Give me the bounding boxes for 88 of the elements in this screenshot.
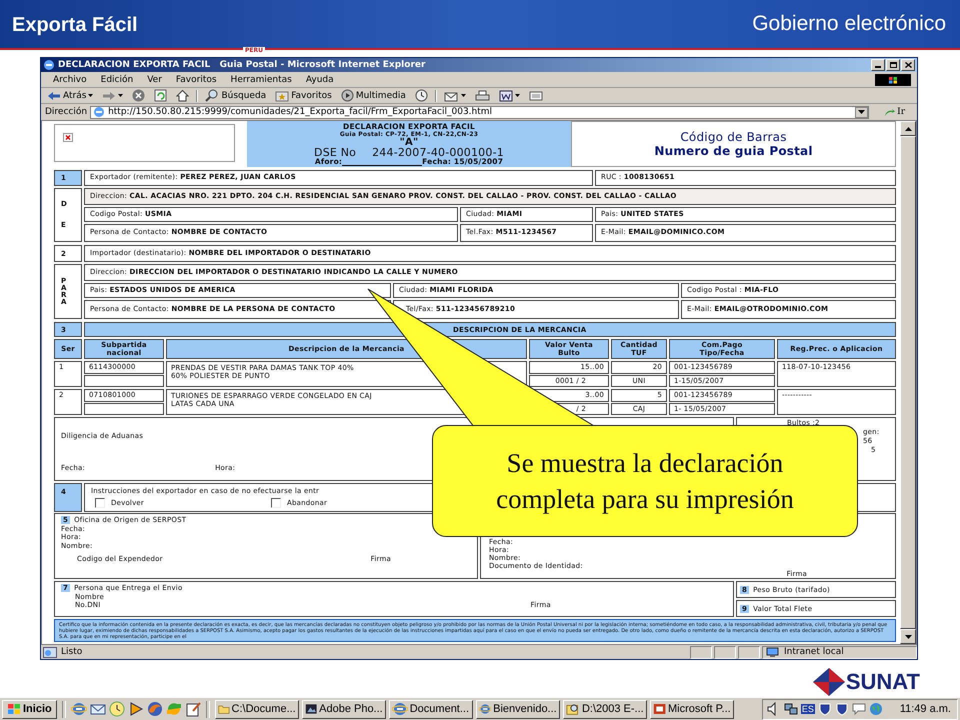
menu-item[interactable]: Edición [100, 74, 134, 84]
home-button[interactable] [174, 89, 192, 102]
forward-button[interactable] [100, 90, 126, 100]
menu-item[interactable]: Favoritos [176, 74, 217, 84]
zone-text: Intranet local [784, 647, 844, 657]
search-icon [566, 702, 580, 716]
category-letter: "A" [400, 138, 418, 147]
favorites-button[interactable]: Favoritos [273, 90, 334, 102]
forward-arrow-icon [102, 90, 116, 100]
shield-icon[interactable] [818, 702, 832, 716]
callout-text: Se muestra la declaración completa para su impresión [432, 425, 858, 537]
arrow-icon [884, 108, 896, 116]
discussion-icon [528, 90, 543, 102]
browser-e-icon [392, 701, 408, 717]
notepad-icon [184, 701, 201, 717]
logo-mark-icon [812, 667, 846, 697]
scroll-up-icon [904, 126, 912, 130]
dse-number: 244-2007-40-000100-1 [372, 147, 504, 158]
taskbar-button[interactable]: Adobe Pho... [302, 700, 386, 718]
computer-icon [766, 646, 780, 658]
refresh-icon [154, 89, 168, 102]
language-indicator[interactable]: ES [800, 704, 815, 714]
minimize-button[interactable] [871, 59, 885, 71]
history-button[interactable] [412, 89, 430, 102]
clock-icon [108, 701, 125, 717]
shield-icon[interactable] [834, 702, 849, 716]
stop-icon [132, 89, 146, 102]
taskbar-button[interactable]: Microsoft P... [650, 700, 734, 718]
logo-text: SUNAT [846, 669, 920, 695]
broken-image-icon [63, 133, 73, 142]
stop-button[interactable] [130, 89, 148, 102]
browser-e-icon [43, 59, 55, 71]
taskbar-button[interactable]: C:\Docume... [214, 700, 299, 718]
menu-item[interactable]: Ver [147, 74, 162, 84]
windows-logo-icon [875, 74, 911, 86]
refresh-button[interactable] [152, 89, 170, 102]
start-button[interactable]: Inicio [2, 700, 57, 718]
taskbar-button[interactable]: Document... [388, 700, 473, 718]
barcode-title: Código de Barras [680, 130, 787, 144]
close-icon [904, 62, 912, 68]
taskbar-button[interactable]: Bienvenido... [476, 700, 560, 718]
maximize-button[interactable] [886, 59, 900, 71]
play-icon [128, 701, 144, 717]
dse-label: DSE No [314, 147, 356, 158]
clock: 11:49 a.m. [900, 703, 951, 715]
discuss-button[interactable] [526, 90, 545, 102]
globe-icon [146, 701, 163, 717]
barcode-subtitle: Numero de guia Postal [654, 144, 813, 158]
address-field[interactable]: http://150.50.80.215:9999/comunidades/21_Exporta_facil/Frm_ExportaFacil_003.html [90, 106, 870, 118]
back-arrow-icon [47, 90, 61, 100]
speech-bubble-icon[interactable] [852, 702, 866, 716]
sync-icon [166, 701, 182, 717]
dropdown-icon [858, 110, 866, 114]
mail-icon [444, 90, 459, 102]
maximize-icon [890, 62, 896, 68]
search-button[interactable]: Búsqueda [203, 89, 268, 102]
network-icon[interactable] [784, 702, 798, 716]
go-button[interactable]: Ir [872, 107, 917, 117]
checkbox[interactable] [271, 498, 281, 508]
word-button[interactable] [496, 90, 522, 102]
home-icon [176, 89, 190, 102]
menu-item[interactable]: Ayuda [306, 74, 334, 84]
slide-subtitle: Gobierno electrónico [752, 12, 946, 36]
print-button[interactable] [472, 90, 492, 102]
document-w-icon [498, 90, 513, 102]
checkbox[interactable] [95, 498, 105, 508]
menu-item[interactable]: Herramientas [230, 74, 292, 84]
address-label: Dirección [45, 107, 88, 117]
browser-e-icon [70, 701, 87, 717]
media-icon [340, 89, 354, 102]
windows-logo-icon [7, 703, 21, 715]
photo-app-icon [304, 702, 318, 716]
window-title: DECLARACION EXPORTA FACIL Guia Postal - Microsoft Internet Explorer [58, 60, 426, 70]
taskbar-button[interactable]: D:\2003 E-... [562, 700, 647, 718]
mail-button[interactable] [442, 90, 468, 102]
printer-icon [474, 90, 490, 102]
page-icon [43, 646, 57, 658]
status-text: Listo [61, 647, 82, 657]
page-icon [93, 106, 106, 118]
close-button[interactable] [901, 59, 915, 71]
back-button[interactable]: Atrás [45, 90, 96, 100]
scroll-down-icon [904, 634, 912, 638]
media-button[interactable]: Multimedia [338, 89, 408, 102]
slides-app-icon [652, 702, 666, 716]
search-icon [205, 89, 220, 102]
menu-item[interactable]: Archivo [53, 74, 87, 84]
history-icon [414, 89, 428, 102]
slide-title: Exporta Fácil [12, 14, 138, 37]
